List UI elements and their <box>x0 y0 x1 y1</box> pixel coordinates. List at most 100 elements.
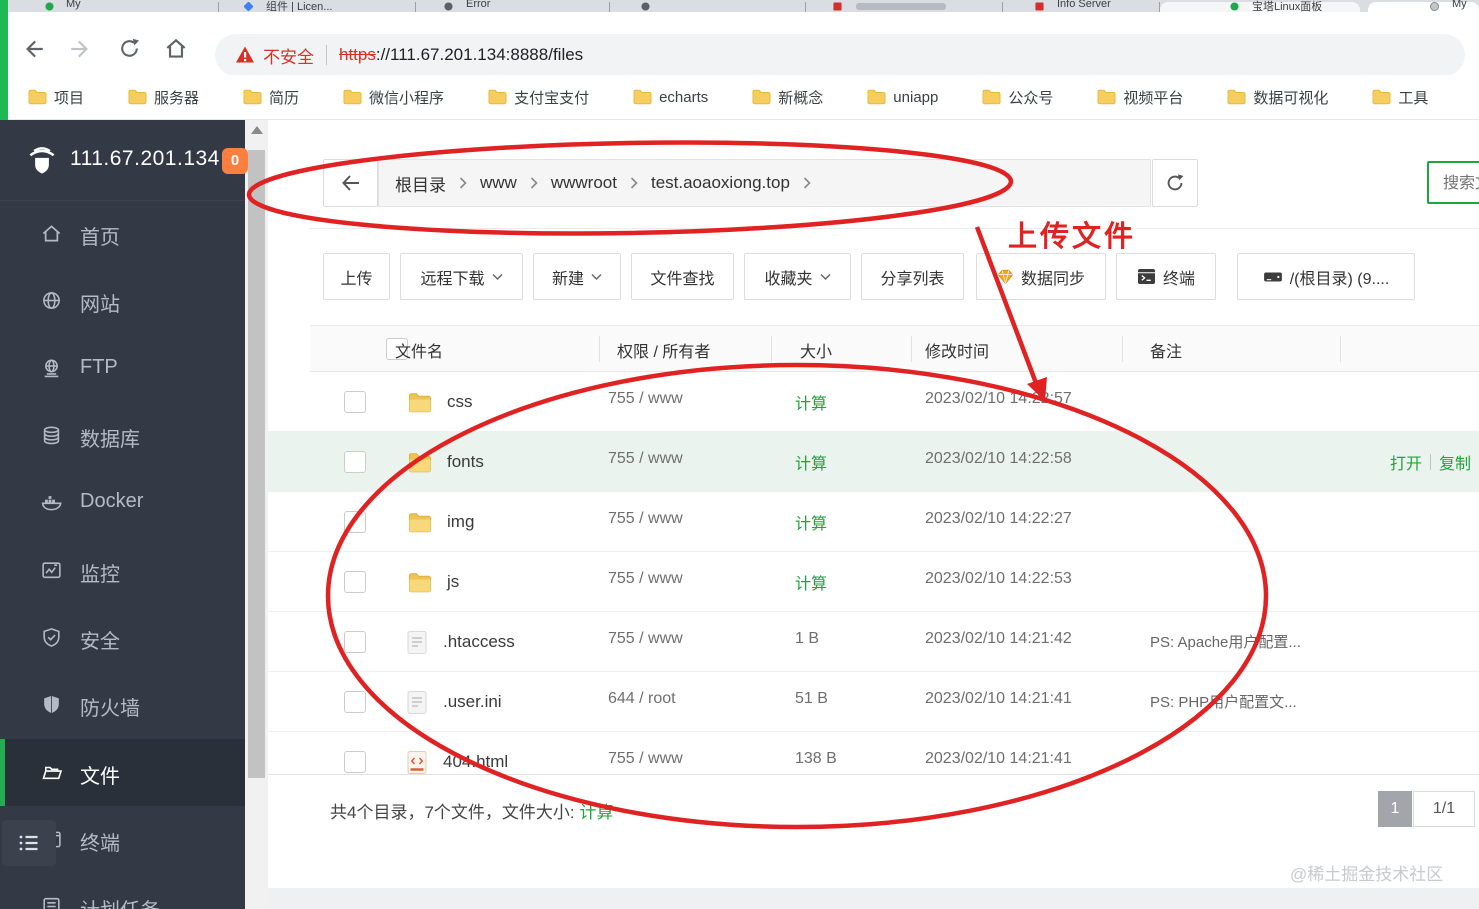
browser-tab[interactable] <box>612 0 802 12</box>
watermark: @稀土掘金技术社区 <box>1290 865 1444 884</box>
column-header-note[interactable]: 备注 <box>1150 338 1182 362</box>
file-size-calc-link[interactable]: 计算 <box>795 570 827 594</box>
file-name: img <box>447 512 475 531</box>
table-row[interactable]: .htaccess 755 / www 1 B 2023/02/10 14:21… <box>268 612 1479 672</box>
search-box[interactable] <box>1427 161 1479 204</box>
file-name-cell[interactable]: .htaccess <box>405 612 515 672</box>
sidebar-item-ftp[interactable]: FTP <box>0 335 245 402</box>
sidebar-item-monitor[interactable]: 监控 <box>0 537 245 604</box>
scrollbar-up-arrow-icon[interactable] <box>251 126 263 134</box>
bookmark-item[interactable]: echarts <box>633 89 708 106</box>
sidebar-collapse-button[interactable] <box>2 820 56 866</box>
file-name-cell[interactable]: .user.ini <box>405 672 502 732</box>
row-checkbox[interactable] <box>344 451 366 473</box>
file-mtime: 2023/02/10 14:21:41 <box>925 690 1072 707</box>
table-row[interactable]: fonts 755 / www 计算 2023/02/10 14:22:58 打… <box>268 432 1479 492</box>
bookmark-item[interactable]: 简历 <box>243 87 299 108</box>
browser-tab[interactable]: 组件 | Licen... <box>222 0 412 12</box>
remote-download-button[interactable]: 远程下载 <box>400 253 523 300</box>
not-secure-warning-icon[interactable] <box>235 45 255 65</box>
browser-tab[interactable]: My <box>10 0 215 12</box>
browser-tab[interactable]: Info Server <box>1005 0 1157 12</box>
sidebar-item-docker[interactable]: Docker <box>0 469 245 536</box>
file-size-calc-link[interactable]: 计算 <box>795 510 827 534</box>
upload-button[interactable]: 上传 <box>323 253 390 300</box>
file-perm: 755 / www <box>608 630 683 647</box>
breadcrumb-item[interactable]: www <box>480 173 517 193</box>
column-header-size[interactable]: 大小 <box>800 338 832 362</box>
reload-icon[interactable] <box>117 36 142 61</box>
file-size-calc-link[interactable]: 计算 <box>795 390 827 414</box>
row-checkbox[interactable] <box>344 391 366 413</box>
sidebar-item-website[interactable]: 网站 <box>0 267 245 334</box>
bookmark-item[interactable]: 项目 <box>28 87 84 108</box>
row-checkbox[interactable] <box>344 571 366 593</box>
table-row[interactable]: img 755 / www 计算 2023/02/10 14:22:27 <box>268 492 1479 552</box>
file-name-cell[interactable]: css <box>405 372 473 432</box>
sidebar-item-home[interactable]: 首页 <box>0 200 245 267</box>
file-icon <box>407 630 427 654</box>
browser-tab[interactable]: 宝塔Linux面板 <box>1162 0 1358 12</box>
copy-link[interactable]: 复制 <box>1439 450 1471 474</box>
sidebar-item-database[interactable]: 数据库 <box>0 402 245 469</box>
column-divider <box>599 336 600 362</box>
file-name-cell[interactable]: img <box>405 492 474 552</box>
back-icon[interactable] <box>20 36 46 62</box>
back-arrow-icon <box>341 175 359 191</box>
sidebar-item-cron[interactable]: 计划任务 <box>0 873 245 909</box>
address-bar[interactable]: 不安全 https ://111.67.201.134:8888/files <box>215 34 1465 76</box>
breadcrumb-item[interactable]: wwwroot <box>551 173 617 193</box>
scrollbar-thumb[interactable] <box>248 150 265 778</box>
row-checkbox[interactable] <box>344 511 366 533</box>
row-checkbox[interactable] <box>344 631 366 653</box>
search-input[interactable] <box>1441 163 1479 204</box>
bookmark-item[interactable]: 数据可视化 <box>1227 87 1328 108</box>
terminal-button[interactable]: 终端 <box>1116 253 1216 300</box>
data-sync-button[interactable]: 数据同步 <box>976 253 1106 300</box>
table-row[interactable]: .user.ini 644 / root 51 B 2023/02/10 14:… <box>268 672 1479 732</box>
row-checkbox[interactable] <box>344 691 366 713</box>
row-checkbox[interactable] <box>344 751 366 773</box>
table-row[interactable]: 404.html 755 / www 138 B 2023/02/10 14:2… <box>268 732 1479 774</box>
column-header-name[interactable]: 文件名 <box>395 338 443 362</box>
bookmark-item[interactable]: 视频平台 <box>1097 87 1183 108</box>
bookmark-item[interactable]: 工具 <box>1372 87 1428 108</box>
bookmark-item[interactable]: 微信小程序 <box>343 87 444 108</box>
notification-badge[interactable]: 0 <box>222 148 248 174</box>
size-calc-link[interactable]: 计算 <box>579 803 613 822</box>
breadcrumb-item[interactable]: 根目录 <box>395 171 446 196</box>
forward-icon[interactable] <box>68 36 94 62</box>
favorites-button[interactable]: 收藏夹 <box>744 253 851 300</box>
bookmark-item[interactable]: 新概念 <box>752 87 823 108</box>
home-icon[interactable] <box>163 36 189 62</box>
column-header-perm[interactable]: 权限 / 所有者 <box>617 338 710 362</box>
table-row[interactable]: css 755 / www 计算 2023/02/10 14:22:57 <box>268 372 1479 432</box>
column-header-mtime[interactable]: 修改时间 <box>925 338 989 362</box>
bookmark-item[interactable]: uniapp <box>867 89 938 106</box>
share-list-button[interactable]: 分享列表 <box>861 253 964 300</box>
table-row[interactable]: js 755 / www 计算 2023/02/10 14:22:53 <box>268 552 1479 612</box>
disk-root-button[interactable]: /(根目录) (9.... <box>1237 253 1415 300</box>
bookmark-item[interactable]: 服务器 <box>128 87 199 108</box>
browser-tab[interactable]: Error <box>420 0 606 12</box>
sidebar-item-security[interactable]: 安全 <box>0 604 245 671</box>
back-button[interactable] <box>323 159 378 207</box>
refresh-button[interactable] <box>1152 159 1198 207</box>
sidebar-item-firewall[interactable]: 防火墙 <box>0 671 245 738</box>
bookmark-item[interactable]: 支付宝支付 <box>488 87 589 108</box>
new-button[interactable]: 新建 <box>533 253 621 300</box>
file-name-cell[interactable]: fonts <box>405 432 484 492</box>
file-search-button[interactable]: 文件查找 <box>631 253 734 300</box>
sidebar-item-files[interactable]: 文件 <box>0 739 250 806</box>
file-name-cell[interactable]: js <box>405 552 459 612</box>
pagination-page-1[interactable]: 1 <box>1378 791 1412 827</box>
server-header[interactable]: 111.67.201.134 <box>0 120 245 201</box>
browser-tab[interactable]: My <box>1368 0 1479 12</box>
browser-tab[interactable] <box>808 0 1000 12</box>
sidebar-item-label: 监控 <box>80 564 120 586</box>
breadcrumb-item[interactable]: test.aoaoxiong.top <box>651 173 790 193</box>
file-size-calc-link[interactable]: 计算 <box>795 450 827 474</box>
bookmark-item[interactable]: 公众号 <box>982 87 1053 108</box>
open-link[interactable]: 打开 <box>1390 450 1422 474</box>
file-name-cell[interactable]: 404.html <box>405 732 508 774</box>
